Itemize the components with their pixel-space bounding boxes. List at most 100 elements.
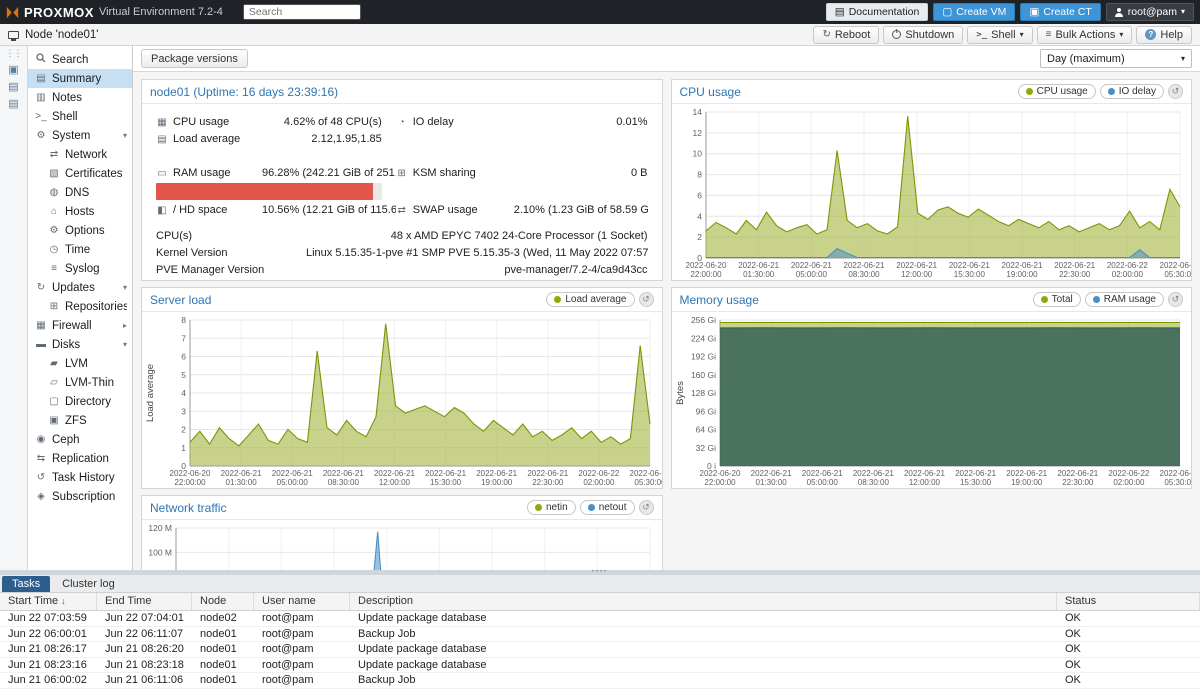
panel-server-load: Server load Load average ↺ 0123456782022… xyxy=(141,287,663,489)
sidebar-item-firewall[interactable]: ▦Firewall▸ xyxy=(28,316,132,335)
sidebar-item-label: Directory xyxy=(65,396,111,408)
task-cell-user-name: root@pam xyxy=(254,627,350,642)
chart-reset-button[interactable]: ↺ xyxy=(639,292,654,307)
column-header-node[interactable]: Node xyxy=(192,593,254,610)
legend-io-delay[interactable]: IO delay xyxy=(1100,84,1164,99)
task-row[interactable]: Jun 22 07:03:59Jun 22 07:04:01node02root… xyxy=(0,611,1200,627)
bulk-actions-button[interactable]: ≡Bulk Actions▾ xyxy=(1037,26,1133,44)
svg-text:32 Gi: 32 Gi xyxy=(695,443,715,453)
task-cell-node: node01 xyxy=(192,642,254,657)
legend-load-average[interactable]: Load average xyxy=(546,292,634,307)
sidebar-item-updates[interactable]: ↻Updates▾ xyxy=(28,278,132,297)
sidebar-item-replication[interactable]: ⇆Replication xyxy=(28,449,132,468)
svg-text:02:00:00: 02:00:00 xyxy=(583,478,615,487)
sidebar-item-time[interactable]: ◷Time xyxy=(28,240,132,259)
svg-text:2022-06-22: 2022-06-22 xyxy=(1159,261,1191,270)
server-load-chart[interactable]: 0123456782022-06-2022:00:002022-06-2101:… xyxy=(142,312,662,489)
sidebar-item-label: LVM-Thin xyxy=(65,377,114,389)
app-header: PROXMOX Virtual Environment 7.2-4 ▤Docum… xyxy=(0,0,1200,24)
task-cell-end-time: Jun 21 08:26:20 xyxy=(97,642,192,657)
sidebar-item-options[interactable]: ⚙Options xyxy=(28,221,132,240)
svg-text:05:00:00: 05:00:00 xyxy=(806,478,838,487)
task-row[interactable]: Jun 21 08:26:17Jun 21 08:26:20node01root… xyxy=(0,642,1200,658)
sidebar-item-lvm[interactable]: ▰LVM xyxy=(28,354,132,373)
sidebar-item-shell[interactable]: >_Shell xyxy=(28,107,132,126)
svg-text:12: 12 xyxy=(692,128,702,138)
memory-usage-chart[interactable]: 0 i32 Gi64 Gi96 Gi128 Gi160 Gi192 Gi224 … xyxy=(672,312,1192,489)
task-cell-user-name: root@pam xyxy=(254,658,350,673)
chevron-down-icon[interactable]: ▾ xyxy=(123,340,127,349)
ram-usage-bar xyxy=(156,183,382,200)
sidebar-item-hosts[interactable]: ⌂Hosts xyxy=(28,202,132,221)
sidebar-item-syslog[interactable]: ≡Syslog xyxy=(28,259,132,278)
sidebar-item-search[interactable]: Search xyxy=(28,50,132,69)
sidebar-item-directory[interactable]: ▢Directory xyxy=(28,392,132,411)
sidebar-item-lvm-thin[interactable]: ▱LVM-Thin xyxy=(28,373,132,392)
chart-legend: Load average xyxy=(546,292,634,307)
options-icon: ⚙ xyxy=(48,225,60,236)
node01-icon[interactable]: ▤ xyxy=(8,82,18,93)
sidebar-item-zfs[interactable]: ▣ZFS xyxy=(28,411,132,430)
legend-ram-usage[interactable]: RAM usage xyxy=(1085,292,1164,307)
sidebar-item-notes[interactable]: ▥Notes xyxy=(28,88,132,107)
tab-cluster-log[interactable]: Cluster log xyxy=(52,576,125,592)
chevron-right-icon[interactable]: ❯ xyxy=(638,279,647,281)
sidebar-item-ceph[interactable]: ◉Ceph xyxy=(28,430,132,449)
package-versions-button[interactable]: Package versions xyxy=(141,49,248,68)
column-header-end-time[interactable]: End Time xyxy=(97,593,192,610)
task-cell-end-time: Jun 21 06:11:06 xyxy=(97,673,192,688)
datacenter-icon[interactable]: ▣ xyxy=(8,65,18,76)
shutdown-button[interactable]: Shutdown xyxy=(883,26,963,44)
legend-dot-icon xyxy=(1108,88,1115,95)
shell-button[interactable]: >_Shell▾ xyxy=(967,26,1032,44)
chevron-right-icon[interactable]: ▸ xyxy=(123,321,127,330)
svg-text:2022-06-22: 2022-06-22 xyxy=(578,469,619,478)
svg-text:2022-06-22: 2022-06-22 xyxy=(1106,261,1147,270)
timeframe-select[interactable]: Day (maximum) ▾ xyxy=(1040,49,1192,68)
sidebar-item-label: Updates xyxy=(52,282,95,294)
sidebar-item-system[interactable]: ⚙System▾ xyxy=(28,126,132,145)
legend-netout[interactable]: netout xyxy=(580,500,635,515)
create-ct-button[interactable]: ▣Create CT xyxy=(1020,3,1100,21)
column-header-description[interactable]: Description xyxy=(350,593,1057,610)
power-icon xyxy=(892,30,901,39)
sidebar-item-task-history[interactable]: ↺Task History xyxy=(28,468,132,487)
sidebar-item-dns[interactable]: ◍DNS xyxy=(28,183,132,202)
chevron-down-icon[interactable]: ▾ xyxy=(123,131,127,140)
tree-drag-handle[interactable]: ⋮⋮ xyxy=(6,48,22,59)
reboot-button[interactable]: ↻Reboot xyxy=(813,26,879,44)
help-button[interactable]: ?Help xyxy=(1136,26,1192,44)
task-row[interactable]: Jun 21 06:00:02Jun 21 06:11:06node01root… xyxy=(0,673,1200,689)
legend-netin[interactable]: netin xyxy=(527,500,576,515)
sidebar-item-repositories[interactable]: ⊞Repositories xyxy=(28,297,132,316)
column-header-user-name[interactable]: User name xyxy=(254,593,350,610)
node02-icon[interactable]: ▤ xyxy=(8,99,18,110)
task-row[interactable]: Jun 21 08:23:16Jun 21 08:23:18node01root… xyxy=(0,658,1200,674)
chart-reset-button[interactable]: ↺ xyxy=(1168,292,1183,307)
chevron-down-icon[interactable]: ▾ xyxy=(123,283,127,292)
chart-reset-button[interactable]: ↺ xyxy=(639,500,654,515)
chart-reset-button[interactable]: ↺ xyxy=(1168,84,1183,99)
create-vm-button[interactable]: ▢Create VM xyxy=(933,3,1015,21)
column-header-status[interactable]: Status xyxy=(1057,593,1200,610)
documentation-button[interactable]: ▤Documentation xyxy=(826,3,929,21)
sidebar-item-network[interactable]: ⇄Network xyxy=(28,145,132,164)
sidebar-item-certificates[interactable]: ▧Certificates xyxy=(28,164,132,183)
legend-cpu-usage[interactable]: CPU usage xyxy=(1018,84,1096,99)
global-search-input[interactable] xyxy=(243,4,361,20)
tab-tasks[interactable]: Tasks xyxy=(2,576,50,592)
network-traffic-chart[interactable]: 020 M40 M60 M80 M100 M120 M2022-06-2022:… xyxy=(142,520,662,570)
panel-title: Server load xyxy=(150,293,211,307)
legend-total[interactable]: Total xyxy=(1033,292,1081,307)
sidebar-item-summary[interactable]: ▤Summary xyxy=(28,69,132,88)
sidebar-item-subscription[interactable]: ◈Subscription xyxy=(28,487,132,506)
svg-text:05:00:00: 05:00:00 xyxy=(795,270,827,279)
list-icon: ≡ xyxy=(1046,29,1052,40)
column-header-start-time[interactable]: Start Time↓ xyxy=(0,593,97,610)
cpu-usage-chart[interactable]: 024681012142022-06-2022:00:002022-06-210… xyxy=(672,104,1192,281)
tasks-table-header[interactable]: Start Time↓End TimeNodeUser nameDescript… xyxy=(0,593,1200,611)
task-row[interactable]: Jun 22 06:00:01Jun 22 06:11:07node01root… xyxy=(0,627,1200,643)
sidebar-item-label: Repositories xyxy=(65,301,127,313)
sidebar-item-disks[interactable]: ▬Disks▾ xyxy=(28,335,132,354)
user-menu-button[interactable]: root@pam▾ xyxy=(1106,3,1194,21)
